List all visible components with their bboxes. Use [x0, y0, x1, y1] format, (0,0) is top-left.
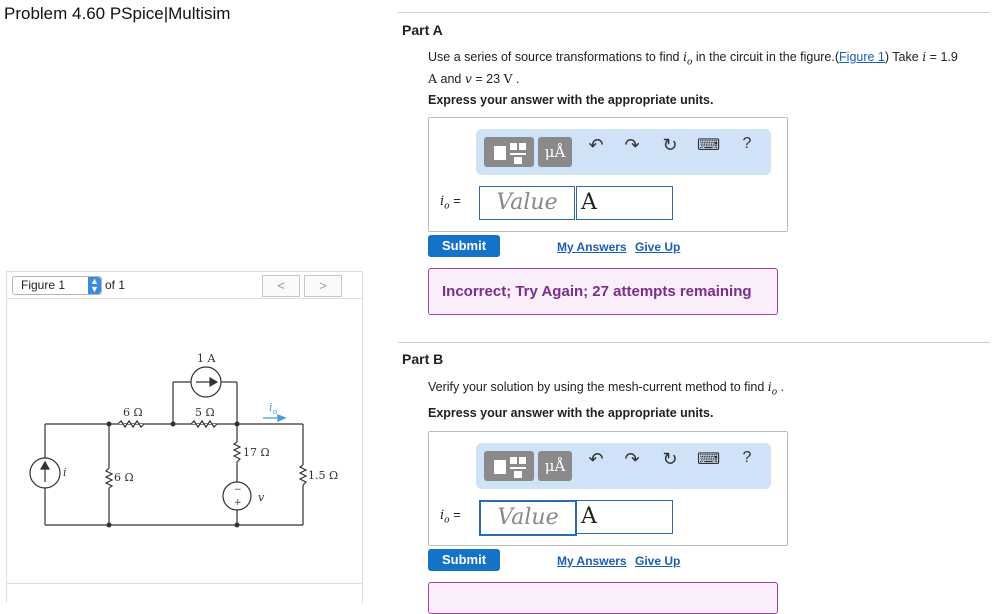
- keyboard-icon[interactable]: ⌨: [697, 449, 720, 469]
- part-a-instructions: Express your answer with the appropriate…: [428, 93, 714, 107]
- label-plus: +: [234, 498, 242, 508]
- circuit-diagram: 1 A 6 Ω 5 Ω 17 Ω 6 Ω 1.5 Ω i v i o − +: [29, 352, 338, 528]
- part-a-math-toolbar: μÅ ↶ ↷ ↻ ⌨ ?: [476, 129, 771, 175]
- label-6a: 6 Ω: [123, 406, 143, 419]
- part-a-divider: [398, 12, 990, 13]
- problem-title: Problem 4.60 PSpice|Multisim: [4, 4, 231, 23]
- resistor-6a: [117, 419, 145, 429]
- units-button[interactable]: μÅ: [538, 137, 572, 167]
- part-b-math-toolbar: μÅ ↶ ↷ ↻ ⌨ ?: [476, 443, 771, 489]
- part-a-answer-label: io =: [440, 193, 461, 212]
- templates-icon: [494, 457, 526, 478]
- redo-icon[interactable]: ↷: [621, 135, 643, 156]
- part-a-give-up-link[interactable]: Give Up: [635, 240, 680, 254]
- part-a-heading: Part A: [402, 22, 443, 38]
- label-minus: −: [234, 485, 242, 495]
- part-b-give-up-link[interactable]: Give Up: [635, 554, 680, 568]
- help-icon[interactable]: ?: [736, 135, 758, 153]
- label-6b: 6 Ω: [114, 471, 134, 484]
- resistor-17: [232, 441, 242, 463]
- label-io: i: [269, 401, 273, 414]
- part-a-my-answers-link[interactable]: My Answers: [557, 240, 627, 254]
- part-a-answer-box: μÅ ↶ ↷ ↻ ⌨ ? io = Value A: [428, 117, 788, 232]
- part-b-question: Verify your solution by using the mesh-c…: [428, 379, 785, 398]
- part-b-instructions: Express your answer with the appropriate…: [428, 406, 714, 420]
- redo-icon[interactable]: ↷: [621, 449, 643, 470]
- label-17: 17 Ω: [243, 446, 270, 459]
- part-b-value-input[interactable]: Value: [479, 500, 577, 536]
- part-b-heading: Part B: [402, 351, 444, 367]
- part-a-question: Use a series of source transformations t…: [428, 49, 958, 86]
- reset-icon[interactable]: ↻: [659, 135, 681, 156]
- resistor-5: [190, 419, 218, 429]
- part-b-submit-button[interactable]: Submit: [428, 549, 500, 571]
- part-a-feedback: Incorrect; Try Again; 27 attempts remain…: [428, 268, 778, 315]
- label-15: 1.5 Ω: [308, 469, 338, 482]
- part-a-submit-button[interactable]: Submit: [428, 235, 500, 257]
- label-v: v: [258, 491, 265, 504]
- undo-icon[interactable]: ↶: [585, 449, 607, 470]
- reset-icon[interactable]: ↻: [659, 449, 681, 470]
- part-b-divider: [398, 342, 990, 343]
- label-i: i: [63, 466, 67, 479]
- help-icon[interactable]: ?: [736, 449, 758, 467]
- part-b-unit-input[interactable]: A: [576, 500, 673, 534]
- label-5: 5 Ω: [195, 406, 215, 419]
- resistor-15: [298, 464, 308, 486]
- part-b-answer-box: μÅ ↶ ↷ ↻ ⌨ ? io = Value A: [428, 431, 788, 546]
- templates-button[interactable]: [484, 451, 534, 481]
- keyboard-icon[interactable]: ⌨: [697, 135, 720, 155]
- label-1a: 1 A: [197, 352, 216, 365]
- part-a-unit-input[interactable]: A: [576, 186, 673, 220]
- figure-1-link[interactable]: Figure 1: [839, 50, 885, 64]
- resistor-6b: [104, 467, 114, 489]
- figure-bottom-rule: [7, 583, 362, 584]
- units-button[interactable]: μÅ: [538, 451, 572, 481]
- templates-icon: [494, 143, 526, 164]
- figure-panel: Figure 1 ▲ ▼ of 1 < > 1 A 6 Ω 5 Ω 17 Ω 6…: [6, 271, 363, 603]
- label-io-sub: o: [273, 408, 277, 416]
- part-b-feedback: [428, 582, 778, 614]
- part-b-answer-label: io =: [440, 507, 461, 526]
- templates-button[interactable]: [484, 137, 534, 167]
- part-b-my-answers-link[interactable]: My Answers: [557, 554, 627, 568]
- part-a-value-input[interactable]: Value: [479, 186, 575, 220]
- undo-icon[interactable]: ↶: [585, 135, 607, 156]
